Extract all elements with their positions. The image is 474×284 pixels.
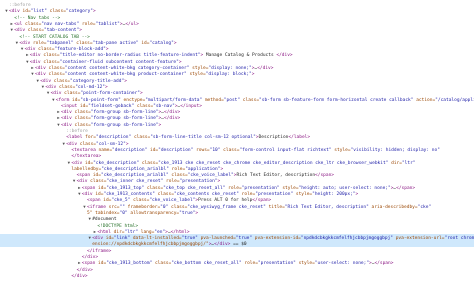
dom-node-token: </div>	[71, 273, 88, 279]
dom-tree-panel: ▶::before▼<div id="list" class="category…	[0, 0, 474, 284]
dom-node-row[interactable]: ▶</div>	[0, 272, 474, 279]
